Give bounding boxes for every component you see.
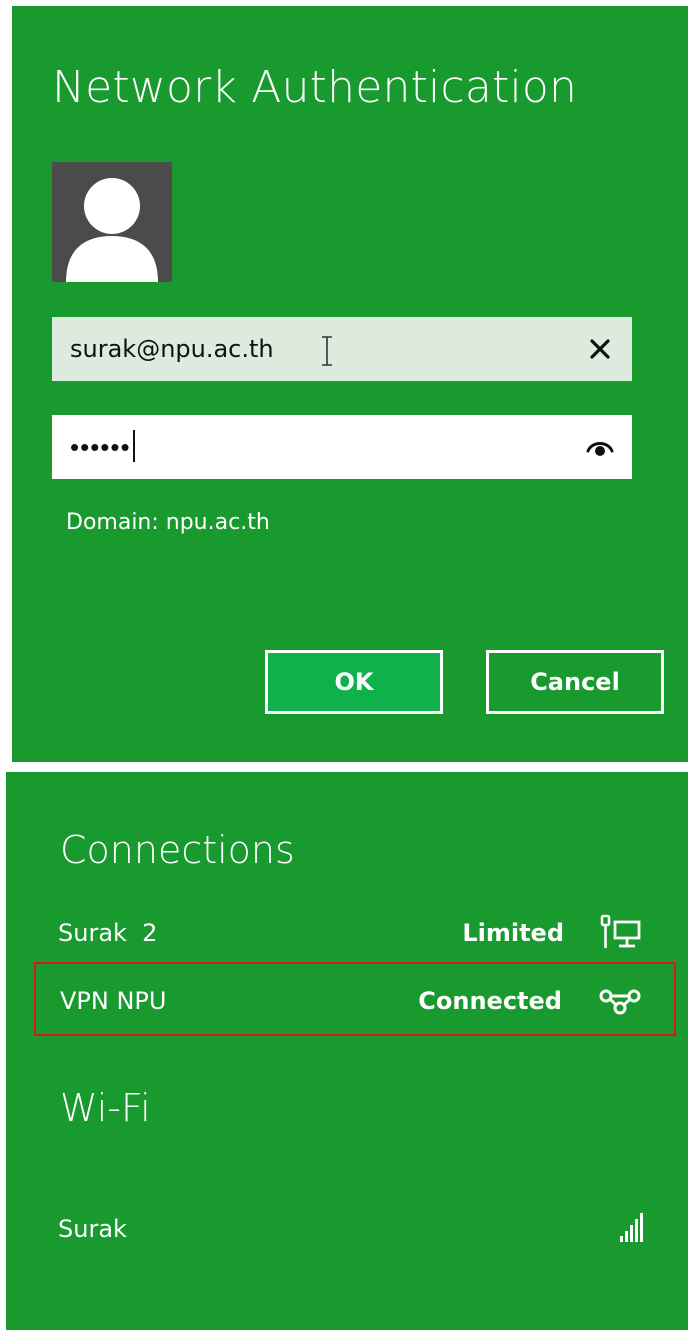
eye-icon xyxy=(586,442,614,456)
ok-button[interactable]: OK xyxy=(265,650,443,714)
wifi-signal-icon xyxy=(620,1213,643,1242)
connection-name: VPN NPU xyxy=(60,987,167,1015)
wifi-heading: Wi-Fi xyxy=(60,1086,151,1130)
vpn-icon xyxy=(599,989,641,1015)
cancel-button[interactable]: Cancel xyxy=(486,650,664,714)
username-field[interactable] xyxy=(52,317,632,381)
close-icon xyxy=(590,339,610,359)
text-caret xyxy=(132,430,135,463)
connection-item-surak-2[interactable]: Surak 2 Limited xyxy=(34,896,676,970)
reveal-password-button[interactable] xyxy=(582,429,618,465)
network-list-panel: Connections Surak 2 Limited VPN NPU Conn… xyxy=(6,772,688,1330)
clear-username-button[interactable] xyxy=(582,331,618,367)
wired-network-icon xyxy=(600,914,641,948)
domain-label: Domain: npu.ac.th xyxy=(66,510,270,535)
password-field[interactable]: •••••• xyxy=(52,415,632,479)
user-avatar-icon xyxy=(52,162,172,282)
text-cursor-icon xyxy=(322,336,332,366)
connection-status: Limited xyxy=(462,919,564,947)
connection-item-vpn-npu[interactable]: VPN NPU Connected xyxy=(34,962,676,1036)
connection-status: Connected xyxy=(418,987,562,1015)
wifi-network-surak[interactable]: Surak xyxy=(34,1192,676,1266)
connections-heading: Connections xyxy=(60,828,295,872)
username-input[interactable] xyxy=(70,317,510,381)
dialog-title: Network Authentication xyxy=(52,62,578,113)
wifi-network-name: Surak xyxy=(58,1215,127,1243)
password-mask: •••••• xyxy=(70,432,131,462)
connection-name: Surak 2 xyxy=(58,919,158,947)
password-input[interactable]: •••••• xyxy=(70,415,135,479)
network-authentication-dialog: Network Authentication •••••• Domain: np… xyxy=(12,6,688,762)
